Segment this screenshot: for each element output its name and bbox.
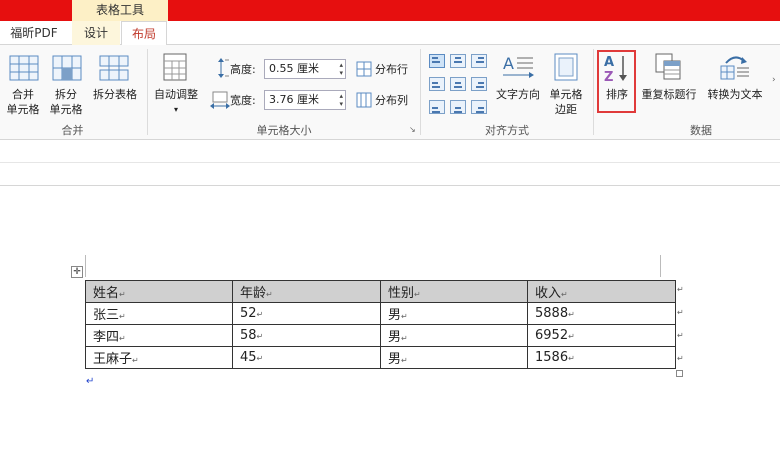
svg-text:A: A	[503, 54, 514, 73]
align-middle-center-icon[interactable]	[450, 77, 466, 91]
table-cell[interactable]: 男↵	[380, 302, 528, 325]
table-row: 李四↵ 58↵ 男↵ 6952↵	[85, 324, 676, 347]
cell-size-group-label: 单元格大小	[256, 124, 312, 137]
group-separator	[420, 49, 421, 135]
row-end-mark: ↵	[677, 285, 684, 294]
column-width-icon	[210, 91, 230, 113]
alignment-group-label: 对齐方式	[485, 124, 529, 137]
table-cell[interactable]: 58↵	[232, 324, 381, 347]
ruler-divider	[0, 162, 780, 163]
split-table-icon	[99, 55, 129, 85]
table-move-handle-icon[interactable]: ✛	[71, 266, 83, 278]
tab-foxit-pdf[interactable]: 福昕PDF	[6, 21, 62, 45]
table-cell[interactable]: 王麻子↵	[85, 346, 233, 369]
group-separator	[593, 49, 594, 135]
table-cell[interactable]: 1586↵	[527, 346, 676, 369]
height-spinner[interactable]: ▴ ▾	[339, 61, 343, 77]
table-cell[interactable]: 45↵	[232, 346, 381, 369]
split-cells-button[interactable]: 拆分 单元格	[45, 87, 87, 117]
ribbon: 合并 单元格 拆分 单元格 拆分表格 合并 自动调整 ▾ 高度: 0.55 厘米…	[0, 45, 780, 140]
merge-group-label: 合并	[61, 124, 84, 137]
table-cell[interactable]: 李四↵	[85, 324, 233, 347]
ribbon-more-icon[interactable]: ›	[772, 75, 776, 85]
autofit-icon	[163, 53, 187, 85]
repeat-header-rows-icon	[654, 53, 684, 85]
table-row: 张三↵ 52↵ 男↵ 5888↵	[85, 302, 676, 325]
split-table-button[interactable]: 拆分表格	[88, 87, 142, 102]
svg-text:Z: Z	[604, 70, 613, 83]
align-top-right-icon[interactable]	[471, 54, 487, 68]
row-end-mark: ↵	[677, 308, 684, 317]
cell-margins-button[interactable]: 单元格 边距	[544, 87, 588, 117]
align-middle-right-icon[interactable]	[471, 77, 487, 91]
align-bottom-center-icon[interactable]	[450, 100, 466, 114]
sort-az-icon: A Z	[603, 53, 631, 87]
align-top-center-icon[interactable]	[450, 54, 466, 68]
repeat-header-rows-button[interactable]: 重复标题行	[636, 87, 702, 102]
table-tools-context-tab: 表格工具	[72, 0, 168, 21]
row-end-mark: ↵	[677, 331, 684, 340]
distribute-columns-icon	[356, 92, 372, 112]
height-label: 高度:	[230, 63, 256, 76]
merge-cells-icon	[9, 55, 39, 85]
table-header-cell[interactable]: 收入↵	[527, 280, 676, 303]
svg-text:A: A	[604, 55, 614, 70]
table-cell[interactable]: 6952↵	[527, 324, 676, 347]
width-spinner[interactable]: ▴ ▾	[339, 92, 343, 108]
tab-layout[interactable]: 布局	[121, 21, 167, 46]
table-cell[interactable]: 男↵	[380, 346, 528, 369]
dialog-launcher-icon[interactable]: ↘	[409, 125, 416, 134]
align-top-left-icon[interactable]	[429, 54, 445, 68]
ribbon-collapse-area	[0, 140, 780, 186]
align-bottom-left-icon[interactable]	[429, 100, 445, 114]
merge-cells-button[interactable]: 合并 单元格	[2, 87, 44, 117]
page-corner-mark	[85, 255, 86, 277]
split-cells-icon	[52, 55, 82, 85]
convert-to-text-button[interactable]: 转换为文本	[703, 87, 767, 102]
table-header-row: 姓名↵ 年龄↵ 性别↵ 收入↵	[85, 280, 676, 303]
row-end-mark: ↵	[677, 354, 684, 363]
distribute-rows-icon	[356, 61, 372, 81]
width-field[interactable]: 3.76 厘米 ▴ ▾	[264, 90, 346, 110]
chevron-down-icon: ▾	[173, 105, 178, 114]
ribbon-tab-row: 福昕PDF 设计 布局	[0, 21, 780, 46]
autofit-button[interactable]: 自动调整 ▾	[148, 87, 204, 117]
table-header-cell[interactable]: 性别↵	[380, 280, 528, 303]
row-height-icon	[213, 58, 229, 82]
distribute-columns-button[interactable]: 分布列	[375, 93, 408, 108]
align-bottom-right-icon[interactable]	[471, 100, 487, 114]
height-field[interactable]: 0.55 厘米 ▴ ▾	[264, 59, 346, 79]
table-header-cell[interactable]: 年龄↵	[232, 280, 381, 303]
table-header-cell[interactable]: 姓名↵	[85, 280, 233, 303]
table-cell[interactable]: 男↵	[380, 324, 528, 347]
table-row: 王麻子↵ 45↵ 男↵ 1586↵	[85, 346, 676, 369]
convert-to-text-icon	[718, 53, 752, 85]
distribute-rows-button[interactable]: 分布行	[375, 62, 408, 77]
table-cell[interactable]: 张三↵	[85, 302, 233, 325]
data-table: 姓名↵ 年龄↵ 性别↵ 收入↵ 张三↵ 52↵ 男↵ 5888↵ 李四↵ 58↵…	[85, 280, 676, 369]
tab-design[interactable]: 设计	[72, 21, 120, 45]
text-direction-icon: A	[501, 53, 535, 85]
data-group-label: 数据	[690, 124, 712, 137]
text-direction-button[interactable]: 文字方向	[491, 87, 545, 102]
page-corner-mark	[660, 255, 661, 277]
cell-margins-icon	[554, 53, 578, 85]
table-cell[interactable]: 5888↵	[527, 302, 676, 325]
align-middle-left-icon[interactable]	[429, 77, 445, 91]
table-cell[interactable]: 52↵	[232, 302, 381, 325]
sort-button[interactable]: 排序	[599, 87, 635, 102]
width-label: 宽度:	[230, 94, 256, 107]
paragraph-mark-icon: ↵	[86, 376, 95, 387]
table-resize-handle[interactable]	[676, 370, 683, 377]
